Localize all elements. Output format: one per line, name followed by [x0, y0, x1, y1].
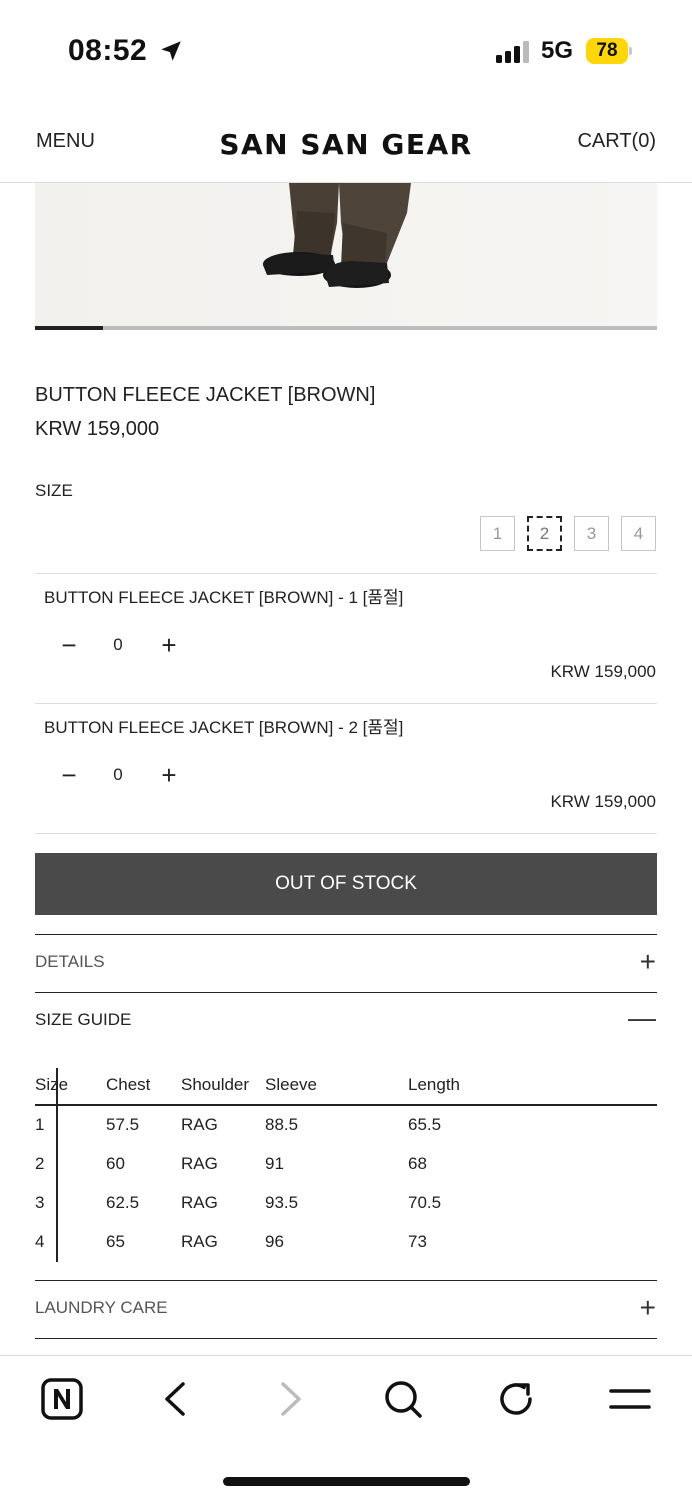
expand-plus-icon[interactable]: + [640, 1294, 656, 1322]
laundry-care-toggle[interactable]: LAUNDRY CARE [35, 1298, 168, 1318]
qty-decrease-button[interactable]: − [55, 762, 83, 788]
table-cell: RAG [181, 1193, 218, 1212]
table-cell: RAG [181, 1232, 218, 1251]
out-of-stock-button[interactable]: OUT OF STOCK [35, 853, 657, 915]
menu-icon[interactable] [607, 1376, 653, 1422]
option-price: KRW 159,000 [550, 792, 656, 811]
location-arrow-icon [161, 41, 181, 61]
table-header: Sleeve [265, 1075, 317, 1094]
table-row: 4 65 RAG 96 73 [35, 1223, 657, 1262]
table-header: Size [35, 1075, 69, 1094]
table-cell: 60 [106, 1154, 125, 1173]
battery-level: 78 [586, 38, 628, 64]
table-header-row: Size Chest Shoulder Sleeve Length [35, 1066, 657, 1106]
table-cell: 73 [408, 1232, 427, 1251]
back-icon[interactable] [153, 1376, 199, 1422]
table-cell: 88.5 [265, 1115, 299, 1134]
table-cell: 70.5 [408, 1193, 442, 1212]
table-cell: 93.5 [265, 1193, 299, 1212]
gallery-progress-fill [35, 326, 104, 330]
product-photo-illustration [35, 183, 657, 328]
table-cell: 57.5 [106, 1115, 140, 1134]
cart-button[interactable]: CART(0) [577, 130, 656, 153]
table-cell: RAG [181, 1154, 218, 1173]
table-row: 1 57.5 RAG 88.5 65.5 [35, 1106, 657, 1145]
table-cell: 4 [35, 1232, 45, 1251]
expand-plus-icon[interactable]: + [640, 948, 656, 976]
network-type: 5G [541, 37, 574, 64]
divider [35, 703, 657, 704]
size-option-2[interactable]: 2 [527, 516, 562, 551]
table-cell: 1 [35, 1115, 45, 1134]
table-cell: 62.5 [106, 1193, 140, 1212]
details-toggle[interactable]: DETAILS [35, 952, 105, 972]
table-column-divider [56, 1068, 58, 1262]
gallery-progress [35, 326, 657, 330]
table-cell: 65.5 [408, 1115, 442, 1134]
product-image[interactable] [35, 183, 657, 328]
table-header: Shoulder [181, 1075, 250, 1094]
table-row: 3 62.5 RAG 93.5 70.5 [35, 1184, 657, 1223]
table-cell: 68 [408, 1154, 427, 1173]
table-cell: 91 [265, 1154, 284, 1173]
table-header: Length [408, 1075, 460, 1094]
divider [35, 1280, 657, 1281]
site-header: MENU SAN SAN GEAR CART(0) [0, 100, 692, 183]
forward-icon[interactable] [267, 1376, 313, 1422]
status-bar: 08:52 5G 78 [0, 0, 692, 100]
size-guide-toggle[interactable]: SIZE GUIDE [35, 1010, 131, 1030]
divider [35, 573, 657, 574]
table-cell: 3 [35, 1193, 45, 1212]
table-cell: 65 [106, 1232, 125, 1251]
signal-icon [496, 41, 529, 63]
qty-increase-button[interactable]: + [155, 762, 183, 788]
size-option-3[interactable]: 3 [574, 516, 609, 551]
size-option-1[interactable]: 1 [480, 516, 515, 551]
reload-icon[interactable] [493, 1376, 539, 1422]
table-header: Chest [106, 1075, 151, 1094]
size-option-4[interactable]: 4 [621, 516, 656, 551]
table-cell: 2 [35, 1154, 45, 1173]
qty-decrease-button[interactable]: − [55, 632, 83, 658]
table-cell: 96 [265, 1232, 284, 1251]
option-price: KRW 159,000 [550, 662, 656, 681]
product-title: BUTTON FLEECE JACKET [BROWN] [35, 384, 376, 406]
qty-increase-button[interactable]: + [155, 632, 183, 658]
naver-icon[interactable] [39, 1376, 85, 1422]
collapse-minus-icon[interactable]: — [628, 1004, 656, 1032]
option-name: BUTTON FLEECE JACKET [BROWN] - 2 [품절] [44, 718, 404, 737]
size-guide-table: Size Chest Shoulder Sleeve Length 1 57.5… [35, 1066, 657, 1262]
option-name: BUTTON FLEECE JACKET [BROWN] - 1 [품절] [44, 588, 404, 607]
product-price: KRW 159,000 [35, 418, 160, 440]
qty-value[interactable]: 0 [108, 635, 128, 655]
divider [35, 833, 657, 834]
size-label: SIZE [35, 481, 73, 500]
size-selector: 1 2 3 4 [480, 516, 656, 551]
battery-icon: 78 [586, 38, 632, 64]
divider [35, 992, 657, 993]
qty-value[interactable]: 0 [108, 765, 128, 785]
table-cell: RAG [181, 1115, 218, 1134]
search-icon[interactable] [380, 1376, 426, 1422]
home-indicator[interactable] [223, 1477, 470, 1486]
status-time: 08:52 [68, 34, 148, 67]
divider [35, 1338, 657, 1339]
table-row: 2 60 RAG 91 68 [35, 1145, 657, 1184]
divider [35, 934, 657, 935]
